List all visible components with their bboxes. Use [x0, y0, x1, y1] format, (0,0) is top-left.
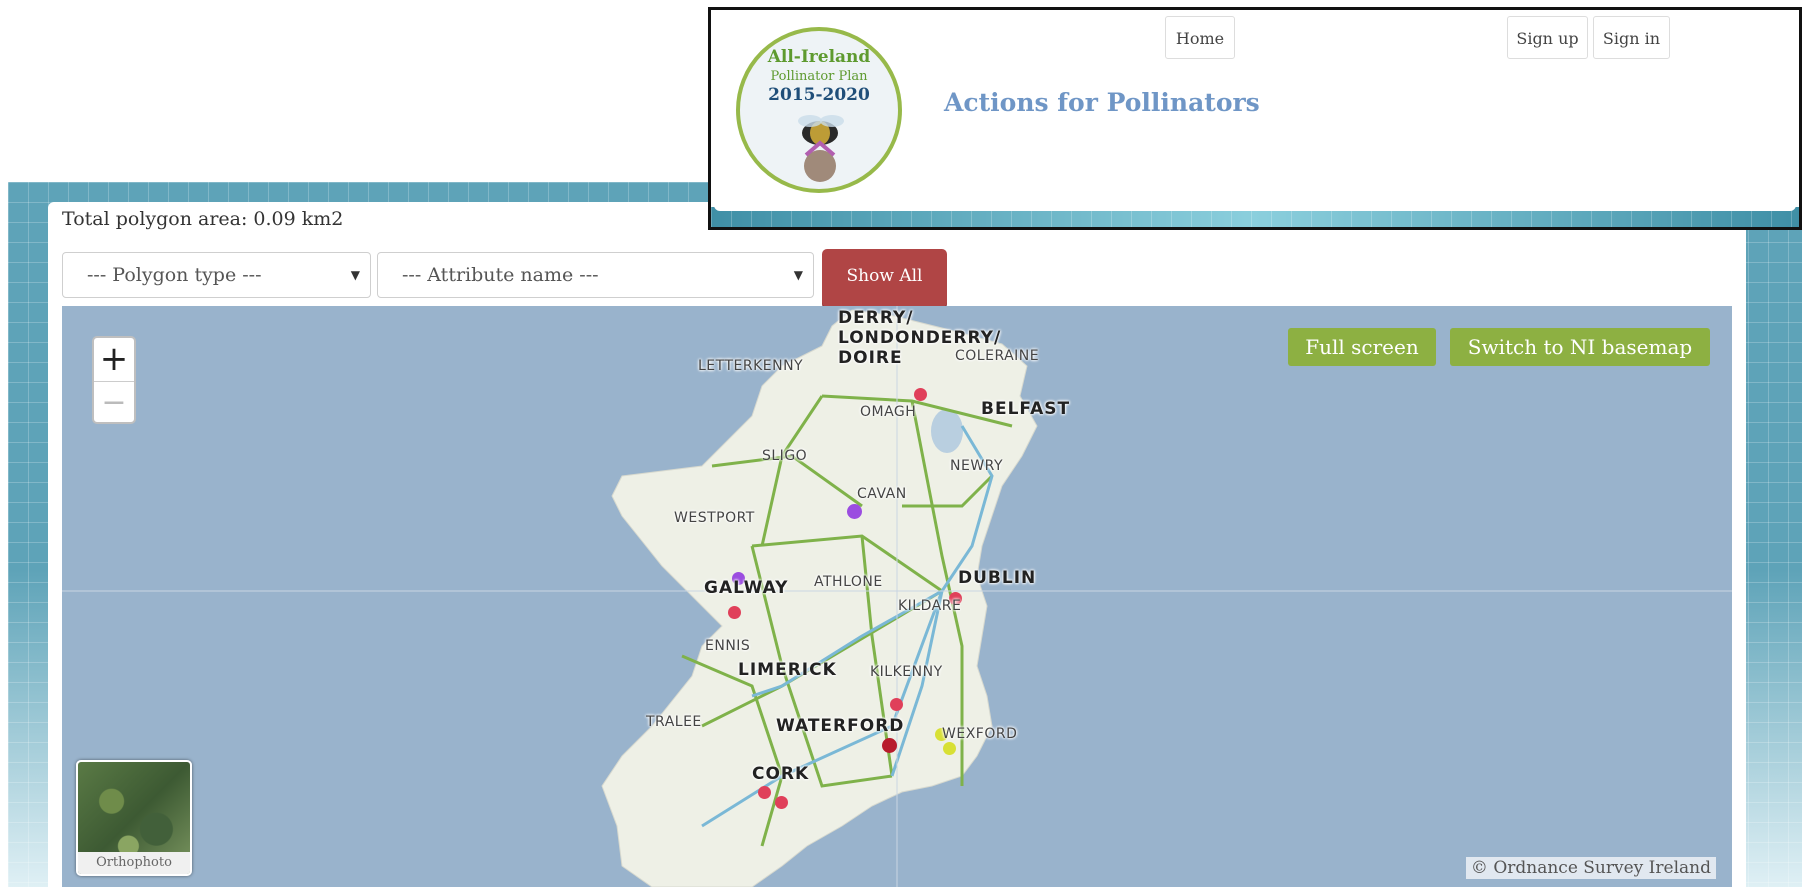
- attribute-name-label: --- Attribute name ---: [402, 264, 599, 286]
- chevron-down-icon: ▼: [350, 268, 360, 282]
- city-label-athlone: ATHLONE: [814, 574, 883, 590]
- map-marker[interactable]: [847, 504, 862, 519]
- city-label-tralee: TRALEE: [646, 714, 702, 730]
- map-marker[interactable]: [758, 786, 771, 799]
- map-marker[interactable]: [890, 698, 903, 711]
- zoom-control: + −: [92, 336, 136, 424]
- pollinator-plan-logo[interactable]: All-Ireland Pollinator Plan 2015-2020: [736, 27, 902, 193]
- nav-home-button[interactable]: Home: [1165, 16, 1235, 59]
- city-label-kildare: KILDARE: [898, 598, 962, 614]
- map-marker[interactable]: [728, 606, 741, 619]
- lake: [931, 409, 963, 453]
- city-label-westport: WESTPORT: [674, 510, 755, 526]
- orthophoto-layer-toggle[interactable]: Orthophoto: [76, 760, 192, 876]
- attribute-name-select[interactable]: --- Attribute name --- ▼: [377, 252, 814, 298]
- zoom-out-button[interactable]: −: [94, 382, 134, 425]
- map-marker[interactable]: [914, 388, 927, 401]
- map-attribution: © Ordnance Survey Ireland: [1465, 857, 1716, 879]
- city-label-omagh: OMAGH: [860, 404, 917, 420]
- city-label-wexford: WEXFORD: [942, 726, 1018, 742]
- site-title[interactable]: Actions for Pollinators: [944, 88, 1260, 117]
- city-label-limerick: LIMERICK: [738, 660, 837, 680]
- city-label-cavan: CAVAN: [857, 486, 907, 502]
- orthophoto-label: Orthophoto: [78, 852, 190, 874]
- header-inner: All-Ireland Pollinator Plan 2015-2020 Ac…: [714, 13, 1796, 211]
- map-marker[interactable]: [943, 742, 956, 755]
- map-marker[interactable]: [775, 796, 788, 809]
- nav-sign-in-button[interactable]: Sign in: [1593, 16, 1670, 59]
- city-label-ennis: ENNIS: [705, 638, 751, 654]
- bee-thistle-icon: [798, 115, 844, 182]
- city-label-coleraine: COLERAINE: [955, 348, 1040, 364]
- show-all-button[interactable]: Show All: [822, 249, 947, 307]
- chevron-down-icon: ▼: [793, 268, 803, 282]
- zoom-in-button[interactable]: +: [94, 338, 134, 382]
- nav-sign-up-button[interactable]: Sign up: [1507, 16, 1588, 59]
- city-label-belfast: BELFAST: [981, 399, 1071, 419]
- city-label-galway: GALWAY: [704, 578, 789, 598]
- map-basemap: [62, 306, 1732, 887]
- full-screen-button[interactable]: Full screen: [1288, 328, 1436, 366]
- ireland-landmass: [601, 309, 1038, 887]
- city-label-letterkenny: LETTERKENNY: [698, 358, 804, 374]
- polygon-type-label: --- Polygon type ---: [87, 264, 262, 286]
- polygon-type-select[interactable]: --- Polygon type --- ▼: [62, 252, 371, 298]
- map-view[interactable]: DERRY/ LONDONDERRY/ DOIRE LETTERKENNY CO…: [62, 306, 1732, 887]
- city-label-dublin: DUBLIN: [958, 568, 1037, 588]
- city-label-kilkenny: KILKENNY: [870, 664, 943, 680]
- switch-basemap-button[interactable]: Switch to NI basemap: [1450, 328, 1710, 366]
- total-polygon-area: Total polygon area: 0.09 km2: [62, 208, 344, 230]
- site-header: All-Ireland Pollinator Plan 2015-2020 Ac…: [708, 7, 1802, 230]
- main-panel: Total polygon area: 0.09 km2 --- Polygon…: [48, 202, 1746, 887]
- city-label-waterford: WATERFORD: [776, 716, 905, 736]
- city-label-newry: NEWRY: [950, 458, 1004, 474]
- city-label-cork: CORK: [752, 764, 810, 784]
- city-label-sligo: SLIGO: [762, 448, 808, 464]
- map-marker[interactable]: [882, 738, 897, 753]
